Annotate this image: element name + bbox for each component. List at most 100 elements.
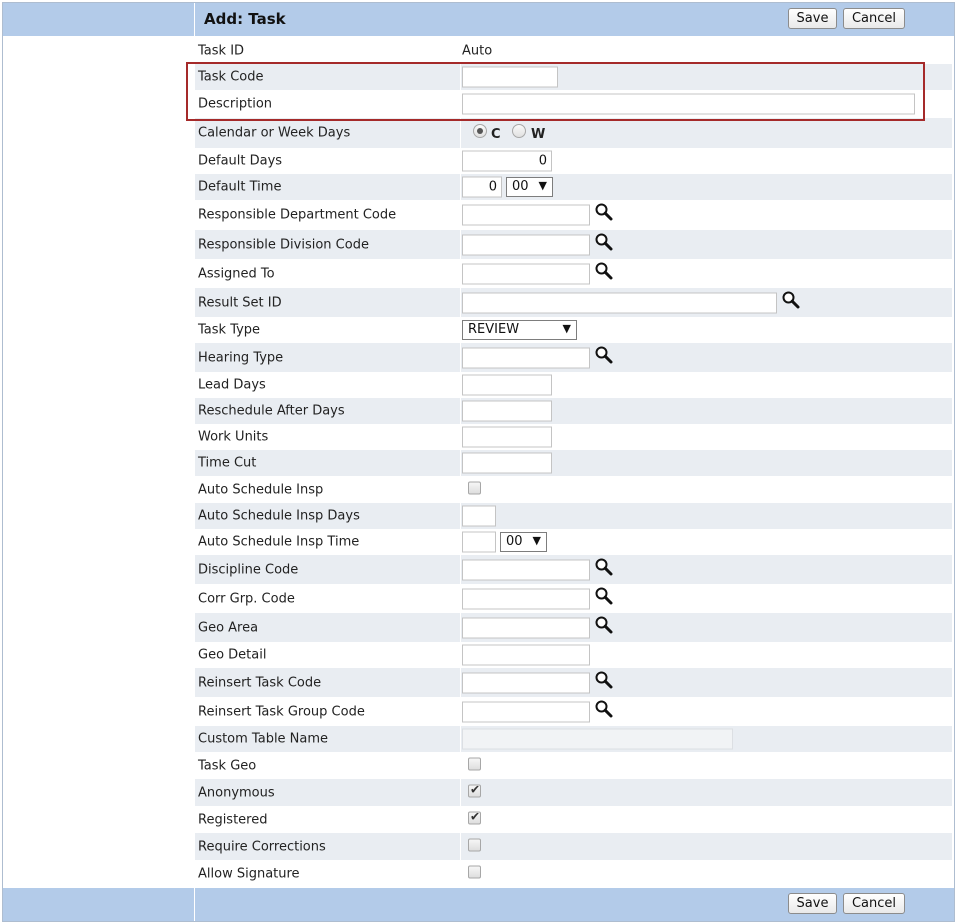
result-set-label: Result Set ID [198, 295, 282, 310]
magnifier-icon[interactable] [594, 699, 614, 719]
row-anonymous: Anonymous ✔ [195, 779, 952, 806]
row-discipline: Discipline Code [195, 555, 952, 584]
default-time-minutes-value: 00 [512, 179, 529, 194]
row-time-cut: Time Cut [195, 450, 952, 476]
geo-detail-label: Geo Detail [198, 647, 267, 663]
checkmark-icon: ✔ [470, 809, 481, 823]
footer-bar: Save Cancel [3, 888, 954, 921]
row-corr-grp: Corr Grp. Code [195, 584, 952, 613]
calendar-week-label: Calendar or Week Days [198, 125, 351, 141]
chevron-down-icon: ▼ [538, 179, 547, 192]
task-geo-label: Task Geo [198, 758, 257, 773]
reschedule-label: Reschedule After Days [198, 403, 345, 419]
geo-detail-input[interactable] [462, 644, 590, 666]
magnifier-icon[interactable] [594, 232, 614, 252]
work-units-input[interactable] [462, 426, 552, 448]
row-default-days: Default Days [195, 148, 952, 174]
default-time-minutes-select[interactable]: 00 ▼ [506, 177, 553, 197]
task-type-value: REVIEW [468, 322, 520, 337]
magnifier-icon[interactable] [594, 261, 614, 281]
task-geo-checkbox[interactable] [468, 757, 481, 770]
footer-divider [194, 888, 195, 921]
row-resp-div: Responsible Division Code [195, 230, 952, 259]
auto-sched-time-hours-input[interactable] [462, 531, 496, 553]
reschedule-input[interactable] [462, 400, 552, 422]
footer-cancel-button[interactable]: Cancel [843, 893, 905, 914]
reinsert-group-input[interactable] [462, 701, 590, 722]
row-reinsert-group: Reinsert Task Group Code [195, 697, 952, 726]
require-corr-label: Require Corrections [198, 839, 326, 854]
header-divider [194, 3, 195, 36]
row-geo-detail: Geo Detail [195, 642, 952, 668]
auto-sched-days-input[interactable] [462, 505, 496, 527]
magnifier-icon[interactable] [594, 586, 614, 606]
auto-sched-time-minutes-value: 00 [506, 534, 523, 549]
require-corr-checkbox[interactable] [468, 838, 481, 851]
task-id-label: Task ID [198, 43, 245, 58]
magnifier-icon[interactable] [594, 202, 614, 222]
auto-sched-time-minutes-select[interactable]: 00 ▼ [500, 532, 547, 552]
week-radio[interactable] [512, 124, 526, 138]
row-custom-table: Custom Table Name [195, 726, 952, 752]
default-days-label: Default Days [198, 153, 283, 169]
resp-dept-input[interactable] [462, 204, 590, 226]
row-task-type: Task Type REVIEW ▼ [195, 317, 952, 343]
corr-grp-input[interactable] [462, 588, 590, 609]
save-button[interactable]: Save [788, 8, 837, 29]
row-reschedule: Reschedule After Days [195, 398, 952, 424]
default-time-label: Default Time [198, 179, 282, 195]
checkmark-icon: ✔ [470, 782, 481, 796]
resp-div-label: Responsible Division Code [198, 237, 369, 252]
calendar-radio-label: C [491, 127, 501, 142]
row-require-corr: Require Corrections [195, 833, 952, 860]
registered-label: Registered [198, 812, 268, 827]
time-cut-input[interactable] [462, 452, 552, 474]
cancel-button[interactable]: Cancel [843, 8, 905, 29]
allow-sig-label: Allow Signature [198, 866, 300, 881]
magnifier-icon[interactable] [594, 615, 614, 635]
result-set-input[interactable] [462, 292, 777, 313]
magnifier-icon[interactable] [594, 557, 614, 577]
hearing-type-input[interactable] [462, 347, 590, 368]
allow-sig-checkbox[interactable] [468, 865, 481, 878]
registered-checkbox[interactable]: ✔ [468, 809, 481, 824]
anonymous-checkbox[interactable]: ✔ [468, 782, 481, 797]
calendar-radio[interactable] [473, 124, 487, 138]
row-resp-dept: Responsible Department Code [195, 200, 952, 230]
assigned-to-input[interactable] [462, 263, 590, 284]
resp-div-input[interactable] [462, 234, 590, 255]
row-default-time: Default Time 00 ▼ [195, 174, 952, 200]
row-geo-area: Geo Area [195, 613, 952, 642]
auto-sched-checkbox[interactable] [468, 481, 481, 494]
anonymous-label: Anonymous [198, 785, 275, 800]
reinsert-task-input[interactable] [462, 672, 590, 693]
row-task-id: Task ID Auto [195, 38, 952, 63]
auto-sched-time-label: Auto Schedule Insp Time [198, 534, 360, 550]
geo-area-input[interactable] [462, 617, 590, 638]
assigned-to-label: Assigned To [198, 266, 275, 281]
geo-area-label: Geo Area [198, 620, 259, 635]
custom-table-label: Custom Table Name [198, 731, 329, 747]
row-registered: Registered ✔ [195, 806, 952, 833]
footer-save-button[interactable]: Save [788, 893, 837, 914]
chevron-down-icon: ▼ [532, 534, 541, 547]
default-time-hours-input[interactable] [462, 176, 502, 198]
lead-days-input[interactable] [462, 374, 552, 396]
magnifier-icon[interactable] [594, 345, 614, 365]
discipline-label: Discipline Code [198, 562, 299, 577]
radio-selected-dot [477, 128, 483, 134]
magnifier-icon[interactable] [594, 670, 614, 690]
lead-days-label: Lead Days [198, 377, 266, 393]
default-days-input[interactable] [462, 150, 552, 172]
task-type-select[interactable]: REVIEW ▼ [462, 320, 577, 340]
magnifier-icon[interactable] [781, 290, 801, 310]
week-radio-label: W [531, 127, 546, 142]
header-bar: Add: Task Save Cancel [3, 3, 954, 36]
row-auto-sched-days: Auto Schedule Insp Days [195, 503, 952, 529]
discipline-input[interactable] [462, 559, 590, 580]
task-code-input[interactable] [462, 66, 558, 88]
row-hearing-type: Hearing Type [195, 343, 952, 372]
description-input[interactable] [462, 93, 915, 114]
task-id-value: Auto [462, 43, 493, 58]
row-result-set: Result Set ID [195, 288, 952, 317]
